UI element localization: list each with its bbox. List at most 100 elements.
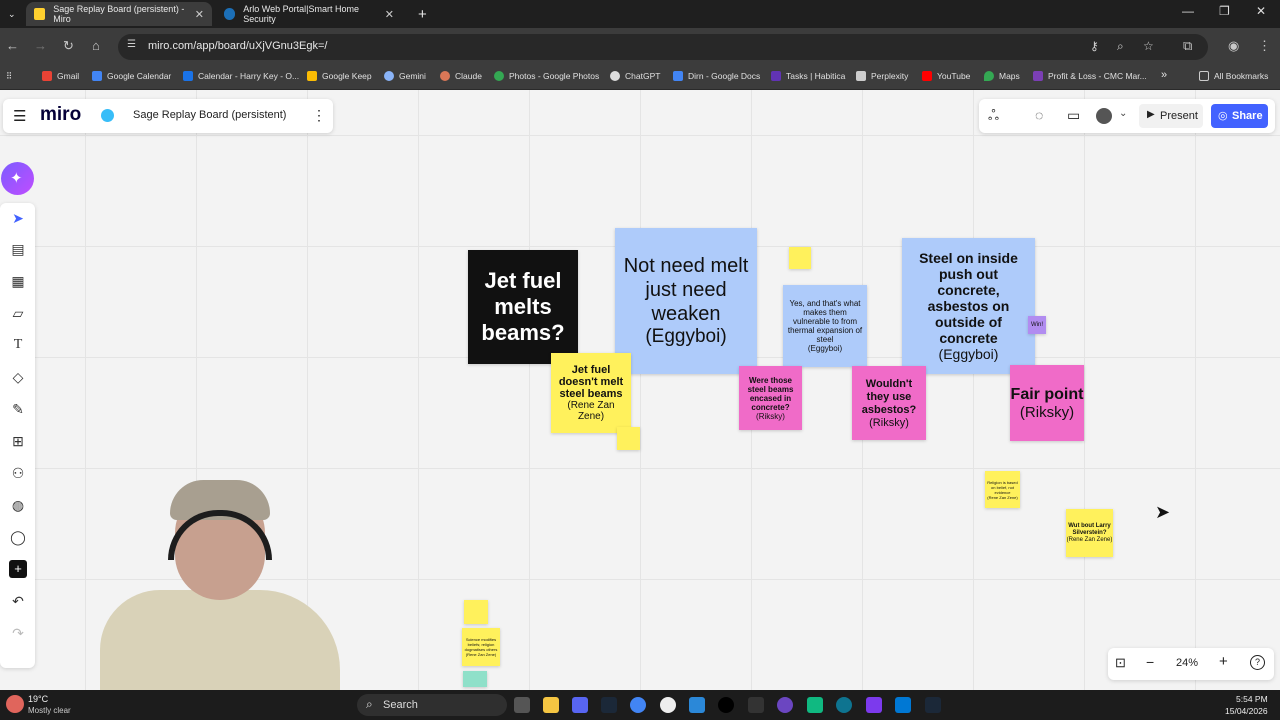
- redo-icon[interactable]: ↷: [9, 624, 27, 642]
- steam-icon[interactable]: [925, 697, 941, 713]
- browser-menu-icon[interactable]: ⋮: [1258, 38, 1271, 54]
- undo-icon[interactable]: ↶: [9, 592, 27, 610]
- sticky-note-not-need[interactable]: Not need melt just need weaken (Eggyboi): [615, 228, 757, 374]
- board-globe-icon[interactable]: [101, 109, 114, 122]
- bookmark-habitica[interactable]: Tasks | Habitica: [771, 71, 845, 81]
- reload-icon[interactable]: ↻: [63, 38, 74, 54]
- password-key-icon[interactable]: ⚷: [1090, 39, 1099, 53]
- bookmark-profit-loss[interactable]: Profit & Loss - CMC Mar...: [1033, 71, 1147, 81]
- sticky-note-win[interactable]: Win!: [1028, 316, 1046, 334]
- board-name[interactable]: Sage Replay Board (persistent): [133, 109, 286, 121]
- avatar[interactable]: [1096, 108, 1112, 124]
- site-info-icon[interactable]: ☰: [127, 39, 136, 50]
- bookmark-gemini[interactable]: Gemini: [384, 71, 426, 81]
- clock-date[interactable]: 15/04/2026: [1225, 706, 1268, 716]
- zoom-out-icon[interactable]: −: [1146, 654, 1154, 670]
- main-menu-icon[interactable]: ☰: [13, 107, 26, 125]
- sticky-note-steel-inside[interactable]: Steel on inside push out concrete, asbes…: [902, 238, 1035, 374]
- zoom-icon[interactable]: ⌕: [1117, 39, 1124, 54]
- video-icon[interactable]: ▭: [1067, 107, 1080, 124]
- back-icon[interactable]: ←: [6, 38, 19, 53]
- bookmark-star-icon[interactable]: ☆: [1143, 39, 1154, 53]
- shapes-icon[interactable]: ◇: [9, 368, 27, 386]
- chevron-down-icon[interactable]: ⌄: [1119, 108, 1127, 119]
- sticky-note-small[interactable]: [617, 427, 640, 450]
- extensions-icon[interactable]: ⧉: [1183, 38, 1192, 54]
- app-icon[interactable]: [689, 697, 705, 713]
- discord-icon[interactable]: [572, 697, 588, 713]
- minimize-icon[interactable]: —: [1182, 4, 1194, 18]
- templates-icon[interactable]: ▤: [9, 240, 27, 258]
- bookmark-claude[interactable]: Claude: [440, 71, 482, 81]
- present-button[interactable]: ▶ Present: [1139, 104, 1203, 128]
- pen-icon[interactable]: ✎: [9, 400, 27, 418]
- apps-icon[interactable]: ⠿: [6, 71, 12, 82]
- bookmark-maps[interactable]: Maps: [984, 71, 1020, 81]
- bookmark-google-photos[interactable]: Photos - Google Photos: [494, 71, 599, 81]
- file-explorer-icon[interactable]: [543, 697, 559, 713]
- bookmark-google-calendar[interactable]: Google Calendar: [92, 71, 171, 81]
- home-icon[interactable]: ⌂: [92, 38, 100, 53]
- bookmark-chatgpt[interactable]: ChatGPT: [610, 71, 660, 81]
- task-view-icon[interactable]: [514, 697, 530, 713]
- stencil-icon[interactable]: ⚇: [9, 464, 27, 482]
- bookmark-gmail[interactable]: Gmail: [42, 71, 79, 81]
- terminal-icon[interactable]: [748, 697, 764, 713]
- bookmark-youtube[interactable]: YouTube: [922, 71, 970, 81]
- sticky-note-fair-point[interactable]: Fair point (Riksky): [1010, 365, 1084, 441]
- sticky-note-larry[interactable]: Wut bout Larry Silverstein? (Rene Zan Ze…: [1066, 509, 1113, 557]
- app-icon[interactable]: [866, 697, 882, 713]
- close-tab-icon[interactable]: ✕: [385, 8, 394, 21]
- bookmark-perplexity[interactable]: Perplexity: [856, 71, 908, 81]
- bookmark-calendar-harry[interactable]: Calendar - Harry Key - O...: [183, 71, 299, 81]
- bookmark-google-keep[interactable]: Google Keep: [307, 71, 372, 81]
- sticky-note-wouldnt[interactable]: Wouldn't they use asbestos? (Riksky): [852, 366, 926, 440]
- app-icon[interactable]: [807, 697, 823, 713]
- help-icon[interactable]: ?: [1250, 655, 1265, 670]
- sticky-note-small-bottom[interactable]: [464, 600, 488, 624]
- share-button[interactable]: ◎ Share: [1211, 104, 1268, 128]
- close-tab-icon[interactable]: ✕: [195, 8, 204, 21]
- zoom-in-icon[interactable]: +: [1219, 653, 1228, 670]
- sticky-note-tiny[interactable]: [789, 247, 811, 269]
- app-icon[interactable]: [660, 697, 676, 713]
- more-bookmarks-icon[interactable]: »: [1161, 69, 1167, 81]
- sticky-note-yes-thats[interactable]: Yes, and that's what makes them vulnerab…: [783, 285, 867, 367]
- sticky-note-were-those[interactable]: Were those steel beams encased in concre…: [739, 366, 802, 430]
- palette-icon[interactable]: ◍: [9, 496, 27, 514]
- miro-logo[interactable]: miro: [40, 104, 81, 126]
- comments-icon[interactable]: ◌: [1035, 107, 1043, 123]
- tab-arlo[interactable]: Arlo Web Portal|Smart Home Security ✕: [216, 2, 402, 26]
- chrome-icon[interactable]: [630, 697, 646, 713]
- sticky-note-science[interactable]: Science modifies beliefs; religion dogma…: [462, 628, 500, 666]
- select-tool-icon[interactable]: ➤: [9, 209, 27, 227]
- app-icon[interactable]: [836, 697, 852, 713]
- frames-icon[interactable]: ▦: [9, 272, 27, 290]
- app-icon[interactable]: [895, 697, 911, 713]
- taskbar-search[interactable]: ⌕ Search: [357, 694, 507, 716]
- zoom-level[interactable]: 24%: [1176, 657, 1198, 669]
- tab-search-button[interactable]: ⌄: [0, 2, 24, 26]
- clock-time[interactable]: 5:54 PM: [1236, 694, 1268, 704]
- app-icon[interactable]: [777, 697, 793, 713]
- all-bookmarks[interactable]: All Bookmarks: [1199, 71, 1268, 81]
- forward-icon[interactable]: →: [34, 38, 47, 53]
- comment-tool-icon[interactable]: ◯: [9, 528, 27, 546]
- reactions-icon[interactable]: ஃ: [988, 107, 999, 126]
- bookmark-dirn-docs[interactable]: Dirn - Google Docs: [673, 71, 760, 81]
- sticky-note-icon[interactable]: ▱: [9, 304, 27, 322]
- sticky-note-teal[interactable]: [463, 671, 487, 687]
- sticky-note-religion[interactable]: Religion is based on belief, not evidenc…: [985, 471, 1020, 508]
- restore-icon[interactable]: ❐: [1219, 4, 1230, 18]
- board-menu-icon[interactable]: ⋮: [312, 107, 326, 124]
- tab-miro[interactable]: Sage Replay Board (persistent) - Miro ✕: [26, 2, 212, 26]
- weather-icon[interactable]: [6, 695, 24, 713]
- frame-tool-icon[interactable]: ⊞: [9, 432, 27, 450]
- sticky-note-jet-fuel[interactable]: Jet fuel melts beams?: [468, 250, 578, 364]
- more-tools-icon[interactable]: +: [9, 560, 27, 578]
- new-tab-button[interactable]: +: [410, 2, 435, 26]
- profile-icon[interactable]: ◉: [1228, 38, 1239, 54]
- steam-icon[interactable]: [601, 697, 617, 713]
- text-tool-icon[interactable]: T: [9, 336, 27, 354]
- ai-sparkle-button[interactable]: ✦: [1, 162, 34, 195]
